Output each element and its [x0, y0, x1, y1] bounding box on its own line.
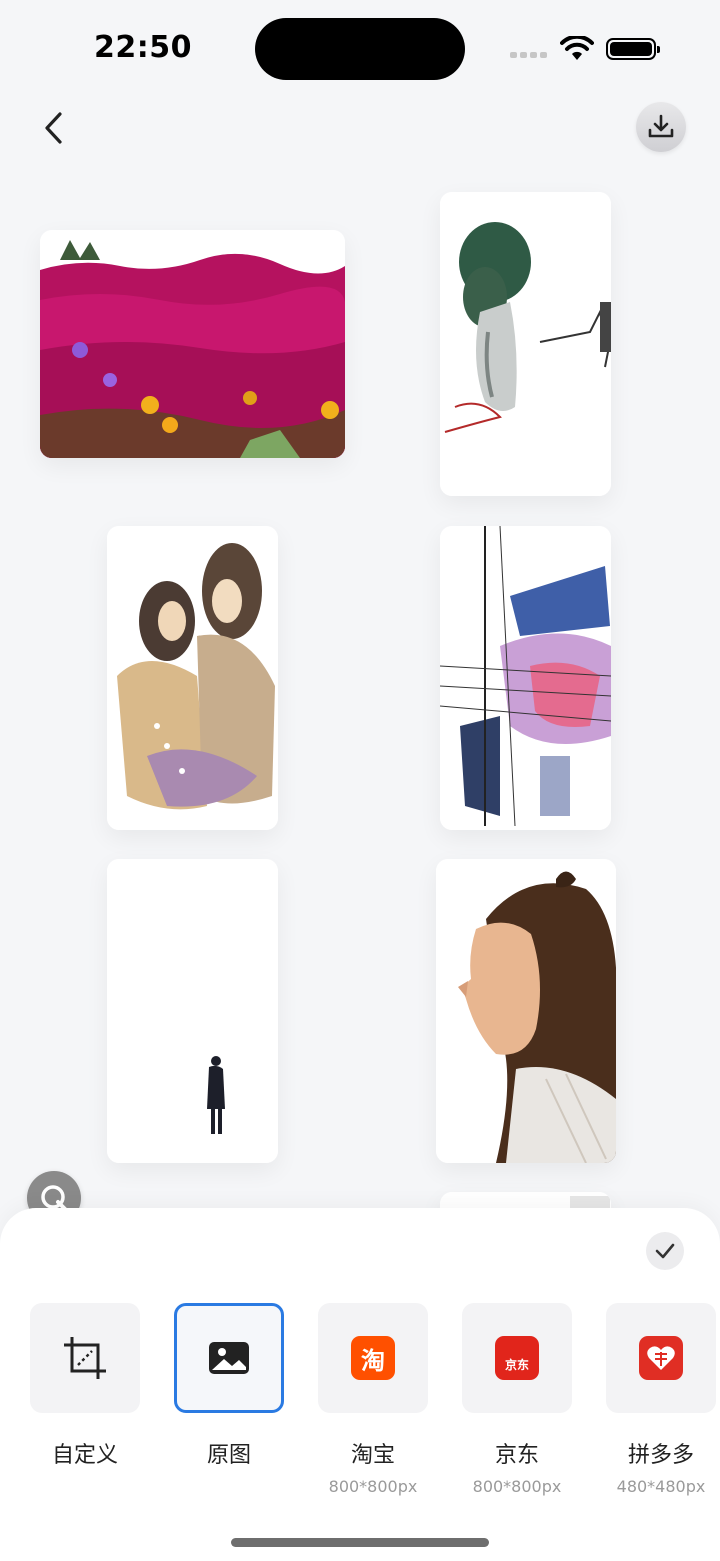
gallery-image-lone-figure[interactable]	[107, 859, 278, 1163]
size-option-original[interactable]: 原图	[174, 1303, 284, 1469]
image-icon	[209, 1342, 249, 1374]
gallery-image-portrait[interactable]	[436, 859, 616, 1163]
home-indicator	[231, 1538, 489, 1547]
jd-logo-icon: 京东	[495, 1336, 539, 1380]
size-option-taobao[interactable]: 淘 淘宝 800*800px	[318, 1303, 428, 1496]
download-button[interactable]	[636, 102, 686, 152]
size-option-tile[interactable]	[174, 1303, 284, 1413]
size-option-dimensions: 800*800px	[328, 1477, 418, 1496]
size-option-tile[interactable]: 京东	[462, 1303, 572, 1413]
cellular-signal-icon	[510, 52, 547, 58]
size-option-tile[interactable]	[606, 1303, 716, 1413]
size-option-jd[interactable]: 京东 京东 800*800px	[462, 1303, 572, 1496]
wifi-icon	[560, 34, 594, 66]
pinduoduo-logo-icon	[639, 1336, 683, 1380]
size-option-tile[interactable]	[30, 1303, 140, 1413]
size-option-label: 淘宝	[350, 1443, 395, 1468]
gallery-image-ink-tree[interactable]	[440, 192, 611, 496]
back-button[interactable]	[30, 105, 76, 151]
status-time: 22:50	[94, 30, 192, 65]
size-option-custom[interactable]: 自定义	[30, 1303, 140, 1469]
chevron-left-icon	[45, 112, 62, 144]
size-option-label: 京东	[494, 1443, 539, 1468]
confirm-button[interactable]	[646, 1232, 684, 1270]
taobao-logo-icon: 淘	[351, 1336, 395, 1380]
size-option-dimensions: 480*480px	[616, 1477, 706, 1496]
size-option-label: 拼多多	[627, 1443, 694, 1468]
gallery-image-two-figures[interactable]	[107, 526, 278, 830]
gallery-image-flower-field[interactable]	[40, 230, 345, 458]
checkmark-icon	[655, 1243, 675, 1259]
crop-icon	[64, 1337, 106, 1379]
size-option-label: 自定义	[51, 1443, 118, 1468]
download-icon	[648, 114, 674, 138]
size-option-pinduoduo[interactable]: 拼多多 480*480px	[606, 1303, 716, 1496]
size-option-label: 原图	[206, 1443, 251, 1468]
dynamic-island	[255, 18, 465, 80]
gallery-image-power-lines[interactable]	[440, 526, 611, 830]
battery-icon	[606, 38, 660, 60]
size-option-tile[interactable]: 淘	[318, 1303, 428, 1413]
size-option-dimensions: 800*800px	[472, 1477, 562, 1496]
